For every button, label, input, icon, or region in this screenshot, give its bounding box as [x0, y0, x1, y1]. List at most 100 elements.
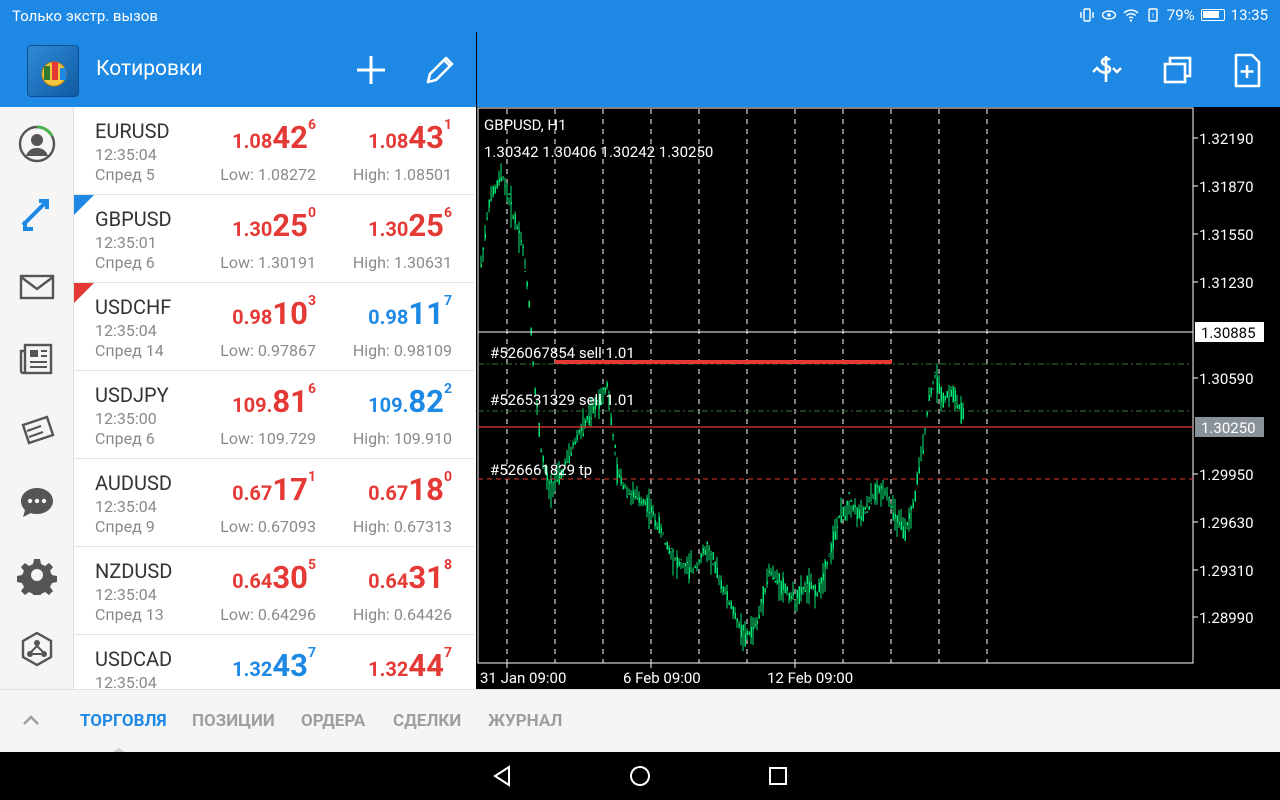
bid-price[interactable]: 1.32437: [232, 645, 316, 684]
ask-price-prefix: 1.32: [368, 657, 409, 681]
ask-price-point: 0: [443, 469, 452, 485]
candle-body: [898, 521, 900, 525]
price-axis-label: 1.31870: [1199, 178, 1254, 196]
trade-button[interactable]: [1087, 50, 1127, 90]
candle-body: [552, 481, 554, 483]
ask-price[interactable]: 0.67180: [368, 469, 452, 508]
candle-body: [916, 473, 918, 485]
sidebar-item-account[interactable]: [17, 124, 57, 164]
candle-body: [618, 474, 620, 478]
candle-body: [850, 499, 852, 502]
chart-canvas[interactable]: #526067854 sell 1.01 #526531329 sell 1.01…: [477, 107, 1280, 689]
ask-price[interactable]: 1.32447: [368, 645, 452, 684]
candle-body: [540, 450, 542, 453]
candle-body: [878, 486, 880, 493]
tab-deals[interactable]: СДЕЛКИ: [393, 711, 461, 731]
multi-window-icon: [1163, 56, 1192, 84]
candle-body: [652, 511, 654, 515]
tab-journal[interactable]: ЖУРНАЛ: [488, 711, 562, 731]
new-order-button[interactable]: [1227, 50, 1267, 90]
candle-body: [686, 561, 688, 563]
edit-symbols-button[interactable]: [420, 50, 460, 90]
candle-body: [864, 506, 866, 511]
bid-price[interactable]: 1.30250: [232, 205, 316, 244]
quote-row-gbpusd[interactable]: GBPUSD 12:35:01 Спред 6 1.30250 1.30256 Low: …: [74, 195, 474, 283]
candle-body: [716, 567, 718, 579]
candle-body: [488, 199, 490, 208]
add-symbol-button[interactable]: [351, 50, 391, 90]
candle-body: [706, 541, 708, 545]
candle-body: [778, 572, 780, 583]
sidebar-item-chat[interactable]: [17, 483, 57, 523]
symbol-name: USDCAD: [95, 647, 173, 671]
price-axis-label: 1.29310: [1199, 562, 1254, 580]
bid-price[interactable]: 109.816: [232, 381, 316, 420]
candle-body: [772, 577, 774, 580]
symbol-name: USDCHF: [95, 295, 172, 319]
bid-price[interactable]: 1.08426: [232, 117, 316, 156]
candle-body: [842, 506, 844, 517]
candle-body: [942, 392, 944, 408]
ask-price[interactable]: 1.08431: [368, 117, 452, 156]
quote-row-usdcad[interactable]: USDCAD 12:35:04 1.32437 1.32447: [74, 635, 474, 689]
bid-price-prefix: 0.67: [232, 481, 273, 505]
quote-row-usdjpy[interactable]: USDJPY 12:35:00 Спред 6 109.816 109.822 Low: …: [74, 371, 474, 459]
ask-price-prefix: 1.08: [368, 129, 409, 153]
ask-price[interactable]: 0.98117: [368, 293, 452, 332]
bid-price[interactable]: 0.98103: [232, 293, 316, 332]
sidebar-item-community[interactable]: [17, 629, 57, 669]
calendar-icon: [21, 415, 55, 445]
sidebar-item-quotes[interactable]: [17, 195, 57, 235]
time-axis-label: 12 Feb 09:00: [767, 669, 853, 687]
candle-body: [656, 526, 658, 530]
candle-body: [934, 371, 936, 373]
sidebar-item-settings[interactable]: [17, 555, 57, 599]
sidebar-item-mail[interactable]: [17, 267, 57, 307]
vibrate-icon: [1080, 8, 1094, 22]
tab-orders[interactable]: ОРДЕРА: [301, 711, 365, 731]
home-icon[interactable]: [628, 764, 652, 788]
tab-positions[interactable]: ПОЗИЦИИ: [192, 711, 275, 731]
candle-body: [672, 550, 674, 552]
chart-header: [477, 32, 1280, 107]
candle-body: [944, 396, 946, 401]
candle-body: [806, 576, 808, 585]
ask-price[interactable]: 109.822: [368, 381, 452, 420]
price-axis-label: 1.29950: [1199, 466, 1254, 484]
sidebar-item-news[interactable]: [17, 339, 57, 379]
status-bar: Только экстр. вызов ! 79% 13:35: [0, 0, 1280, 32]
candle-body: [548, 481, 550, 484]
ask-price-pips: 18: [408, 471, 444, 508]
bid-price[interactable]: 0.64305: [232, 557, 316, 596]
app-logo-icon[interactable]: [27, 45, 79, 97]
candle-body: [654, 520, 656, 526]
price-axis-label: 1.30590: [1199, 370, 1254, 388]
chevron-up-icon[interactable]: [20, 710, 42, 732]
quote-row-eurusd[interactable]: EURUSD 12:35:04 Спред 5 1.08426 1.08431 Low: …: [74, 107, 474, 195]
back-icon[interactable]: [490, 764, 514, 788]
candle-body: [722, 586, 724, 593]
recents-icon[interactable]: [766, 764, 790, 788]
candle-body: [526, 281, 528, 287]
bid-price-prefix: 1.32: [232, 657, 273, 681]
tab-trade[interactable]: ТОРГОВЛЯ: [80, 711, 167, 731]
candle-body: [794, 604, 796, 607]
quote-row-usdchf[interactable]: USDCHF 12:35:04 Спред 14 0.98103 0.98117 Low:…: [74, 283, 474, 371]
candle-body: [622, 485, 624, 490]
chart-plot-border: [477, 107, 1194, 664]
candle-body: [740, 625, 742, 638]
candle-body: [510, 201, 512, 205]
ask-price[interactable]: 0.64318: [368, 557, 452, 596]
ask-price[interactable]: 1.30256: [368, 205, 452, 244]
candle-body: [632, 490, 634, 498]
bid-price-prefix: 0.64: [232, 569, 273, 593]
bid-price[interactable]: 0.67171: [232, 469, 316, 508]
quote-row-audusd[interactable]: AUDUSD 12:35:04 Спред 9 0.67171 0.67180 Low: …: [74, 459, 474, 547]
price-chart[interactable]: #526067854 sell 1.01 #526531329 sell 1.01…: [477, 107, 1280, 689]
ask-price-pips: 31: [408, 559, 444, 596]
candle-body: [760, 598, 762, 603]
symbol-name: EURUSD: [95, 119, 170, 143]
sidebar-item-calendar[interactable]: [17, 411, 57, 451]
windows-button[interactable]: [1157, 50, 1197, 90]
quote-row-nzdusd[interactable]: NZDUSD 12:35:04 Спред 13 0.64305 0.64318 Low:…: [74, 547, 474, 635]
